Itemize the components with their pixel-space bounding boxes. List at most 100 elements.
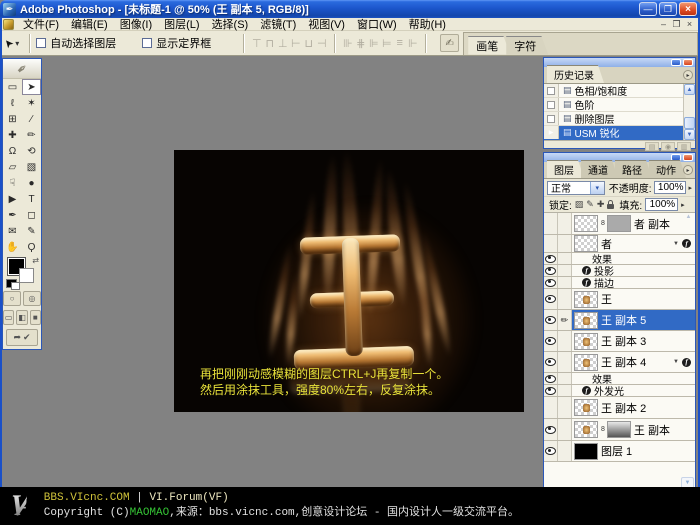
- tab-character[interactable]: 字符: [506, 36, 548, 55]
- pen-tool[interactable]: ✒: [3, 207, 22, 223]
- notes-tool[interactable]: ✉: [3, 223, 22, 239]
- history-source-cell[interactable]: [544, 112, 559, 125]
- layer-row[interactable]: 8 者 副本: [544, 213, 695, 235]
- scroll-up-icon[interactable]: ▲: [684, 84, 695, 95]
- scroll-down-icon[interactable]: ▼: [684, 129, 695, 140]
- layer-thumbnail[interactable]: [574, 421, 598, 438]
- layers-close-button[interactable]: [683, 154, 693, 161]
- visibility-cell[interactable]: [544, 253, 558, 264]
- crop-tool[interactable]: ⊞: [3, 111, 22, 127]
- link-cell[interactable]: [558, 373, 572, 384]
- show-bounding-box-option[interactable]: 显示定界框: [142, 35, 211, 51]
- effects-header-row[interactable]: 效果: [544, 253, 695, 265]
- fill-input[interactable]: 100%: [645, 198, 678, 211]
- menu-window[interactable]: 窗口(W): [351, 16, 403, 32]
- lock-transparency-icon[interactable]: ▨: [575, 199, 584, 210]
- link-cell[interactable]: [558, 289, 572, 309]
- link-cell[interactable]: [558, 213, 572, 234]
- history-state[interactable]: ▤ 色阶: [544, 98, 695, 112]
- shape-tool[interactable]: ◻: [22, 207, 41, 223]
- layer-style-fx-icon[interactable]: f: [682, 358, 691, 367]
- slice-tool[interactable]: ∕: [22, 111, 41, 127]
- layers-palette-menu-icon[interactable]: ▸: [683, 165, 693, 175]
- menu-image[interactable]: 图像(I): [114, 16, 158, 32]
- history-minimize-button[interactable]: [671, 59, 681, 66]
- link-cell[interactable]: [558, 385, 572, 396]
- layer-row[interactable]: 者 ▼ f: [544, 235, 695, 253]
- link-cell[interactable]: [558, 419, 572, 440]
- layer-thumbnail[interactable]: [574, 354, 598, 371]
- scroll-thumb[interactable]: [684, 117, 695, 129]
- hand-tool[interactable]: ✋: [3, 239, 22, 255]
- healing-brush-tool[interactable]: ✚: [3, 127, 22, 143]
- history-checkbox[interactable]: [547, 101, 555, 109]
- link-cell[interactable]: [558, 277, 572, 288]
- quick-mask-mode-button[interactable]: ◎: [23, 291, 41, 306]
- tab-channels[interactable]: 通道: [581, 160, 618, 178]
- layers-minimize-button[interactable]: [671, 154, 681, 161]
- tab-brushes[interactable]: 画笔: [468, 36, 510, 55]
- visibility-cell[interactable]: [544, 277, 558, 288]
- link-cell[interactable]: [558, 265, 572, 276]
- opacity-input[interactable]: 100%: [654, 181, 687, 194]
- layer-thumbnail[interactable]: [574, 443, 598, 460]
- history-state[interactable]: ▤ 色相/饱和度: [544, 84, 695, 98]
- blend-mode-select[interactable]: 正常 ▾: [547, 181, 605, 195]
- collapse-effects-icon[interactable]: ▼: [673, 359, 679, 365]
- visibility-cell[interactable]: [544, 397, 558, 418]
- layer-thumbnail[interactable]: [574, 312, 598, 329]
- collapse-effects-icon[interactable]: ▼: [673, 241, 679, 247]
- jump-to-imageready-button[interactable]: ➦ ✔: [6, 329, 38, 346]
- layer-row[interactable]: 王 副本 4 ▼ f: [544, 352, 695, 373]
- lock-position-icon[interactable]: ✚: [597, 199, 605, 210]
- menu-filter[interactable]: 滤镜(T): [254, 16, 302, 32]
- scroll-up-icon[interactable]: ▲: [683, 214, 694, 224]
- visibility-cell[interactable]: [544, 310, 558, 330]
- magic-wand-tool[interactable]: ✶: [22, 95, 41, 111]
- link-cell[interactable]: [558, 235, 572, 252]
- effect-row[interactable]: f 外发光: [544, 385, 695, 397]
- dodge-tool[interactable]: ●: [22, 175, 41, 191]
- standard-screen-button[interactable]: ▭: [3, 310, 14, 325]
- link-cell[interactable]: [558, 397, 572, 418]
- history-brush-tool[interactable]: ⟲: [22, 143, 41, 159]
- auto-select-checkbox[interactable]: [36, 38, 46, 48]
- link-cell[interactable]: [558, 441, 572, 461]
- visibility-cell[interactable]: [544, 213, 558, 234]
- tab-paths[interactable]: 路径: [615, 160, 652, 178]
- auto-select-layer-option[interactable]: 自动选择图层: [36, 35, 116, 51]
- layer-row[interactable]: 王 副本 3: [544, 331, 695, 352]
- layer-thumbnail[interactable]: [574, 235, 598, 252]
- zoom-tool[interactable]: Ϙ: [22, 239, 41, 255]
- path-selection-tool[interactable]: ▶: [3, 191, 22, 207]
- link-cell[interactable]: [558, 352, 572, 372]
- menu-select[interactable]: 选择(S): [206, 16, 255, 32]
- history-scrollbar[interactable]: ▲ ▼: [683, 84, 695, 140]
- type-tool[interactable]: T: [22, 191, 41, 207]
- menu-help[interactable]: 帮助(H): [403, 16, 452, 32]
- tab-actions[interactable]: 动作: [649, 160, 686, 178]
- layer-thumbnail[interactable]: [574, 215, 598, 232]
- background-color-swatch[interactable]: [19, 268, 34, 283]
- visibility-cell[interactable]: [544, 385, 558, 396]
- palette-well-icon[interactable]: ✍: [440, 34, 459, 52]
- visibility-cell[interactable]: [544, 289, 558, 309]
- minimize-button[interactable]: —: [639, 2, 657, 16]
- history-source-cell[interactable]: [544, 98, 559, 111]
- tab-history[interactable]: 历史记录: [547, 65, 604, 83]
- history-checkbox[interactable]: [547, 115, 555, 123]
- move-tool[interactable]: ➤: [22, 79, 41, 95]
- clone-stamp-tool[interactable]: Ω: [3, 143, 22, 159]
- fullscreen-menubar-button[interactable]: ◧: [16, 310, 27, 325]
- eyedropper-tool[interactable]: ✎: [22, 223, 41, 239]
- opacity-slider-arrow-icon[interactable]: ▸: [688, 184, 692, 192]
- close-button[interactable]: ×: [679, 2, 697, 16]
- visibility-cell[interactable]: [544, 265, 558, 276]
- fullscreen-button[interactable]: ■: [30, 310, 41, 325]
- layer-row[interactable]: 图层 1: [544, 441, 695, 462]
- menu-layer[interactable]: 图层(L): [158, 16, 205, 32]
- doc-minimize-button[interactable]: –: [657, 19, 670, 29]
- history-state[interactable]: ▤ 删除图层: [544, 112, 695, 126]
- fill-slider-arrow-icon[interactable]: ▸: [681, 201, 685, 209]
- layer-style-fx-icon[interactable]: f: [682, 239, 691, 248]
